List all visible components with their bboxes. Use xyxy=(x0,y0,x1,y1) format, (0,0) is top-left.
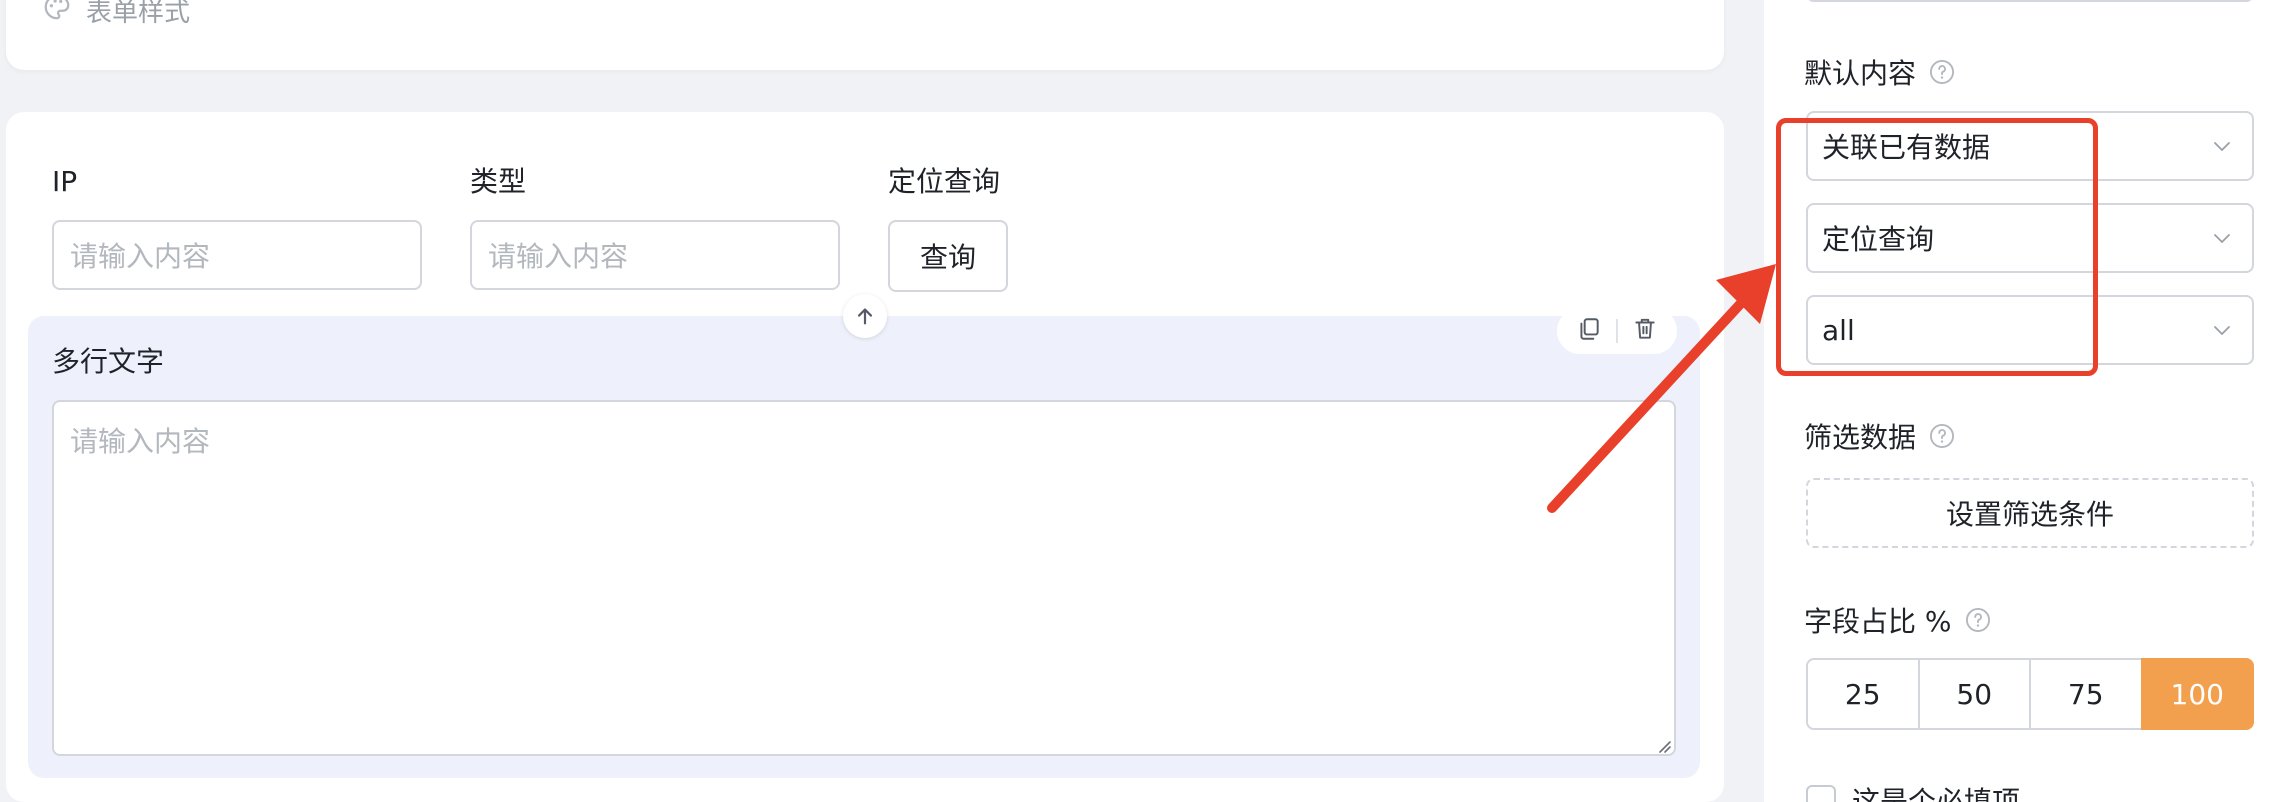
resize-handle-icon[interactable] xyxy=(1654,736,1672,754)
ip-field-label: IP xyxy=(52,165,78,198)
type-input[interactable]: 请输入内容 xyxy=(470,220,840,290)
ratio-option-75[interactable]: 75 xyxy=(2029,658,2143,730)
multiline-placeholder: 请输入内容 xyxy=(70,425,211,458)
ratio-option-50[interactable]: 50 xyxy=(1917,658,2031,730)
form-style-label: 表单样式 xyxy=(86,0,191,28)
type-input-placeholder: 请输入内容 xyxy=(488,240,629,273)
toolbar-divider xyxy=(1616,319,1618,343)
move-up-button[interactable] xyxy=(843,294,887,338)
arrow-up-icon xyxy=(857,308,873,325)
multiline-textarea[interactable]: 请输入内容 xyxy=(52,400,1676,756)
help-icon[interactable] xyxy=(1964,606,1992,634)
palette-icon xyxy=(42,0,72,29)
locate-query-label: 定位查询 xyxy=(888,165,1001,198)
help-icon[interactable] xyxy=(1928,58,1956,86)
field-ratio-label: 字段占比 % xyxy=(1804,605,1952,638)
delete-button[interactable] xyxy=(1632,316,1658,346)
help-icon[interactable] xyxy=(1928,422,1956,450)
form-style-row[interactable]: 表单样式 xyxy=(42,0,191,29)
required-row: 这是个必填项 xyxy=(1806,780,2020,802)
default-content-label: 默认内容 xyxy=(1804,57,1917,90)
copy-button[interactable] xyxy=(1576,316,1602,346)
chevron-down-icon xyxy=(2214,234,2230,243)
ip-input-placeholder: 请输入内容 xyxy=(70,240,211,273)
type-field-label: 类型 xyxy=(470,165,527,198)
chevron-down-icon xyxy=(2214,326,2230,335)
field-ratio-title: 字段占比 % xyxy=(1804,600,1992,640)
field-ratio-group: 25 50 75 100 xyxy=(1806,658,2254,730)
chevron-down-icon xyxy=(2214,142,2230,151)
set-filter-button[interactable]: 设置筛选条件 xyxy=(1806,478,2254,548)
filter-data-label: 筛选数据 xyxy=(1804,421,1917,454)
copy-icon xyxy=(1580,318,1599,340)
ratio-option-25[interactable]: 25 xyxy=(1806,658,1920,730)
block-toolbar xyxy=(1557,308,1677,354)
default-content-title: 默认内容 xyxy=(1804,52,1956,92)
trash-icon xyxy=(1635,318,1655,339)
required-label: 这是个必填项 xyxy=(1852,785,2021,802)
form-style-card xyxy=(6,0,1724,70)
filter-data-title: 筛选数据 xyxy=(1804,416,1956,456)
ratio-option-100[interactable]: 100 xyxy=(2140,658,2254,730)
previous-field-input[interactable] xyxy=(1806,0,2254,2)
annotation-highlight-box xyxy=(1776,118,2098,376)
ip-input[interactable]: 请输入内容 xyxy=(52,220,422,290)
required-checkbox[interactable] xyxy=(1806,785,1836,802)
query-button[interactable]: 查询 xyxy=(888,220,1008,292)
multiline-field-label: 多行文字 xyxy=(52,345,165,378)
